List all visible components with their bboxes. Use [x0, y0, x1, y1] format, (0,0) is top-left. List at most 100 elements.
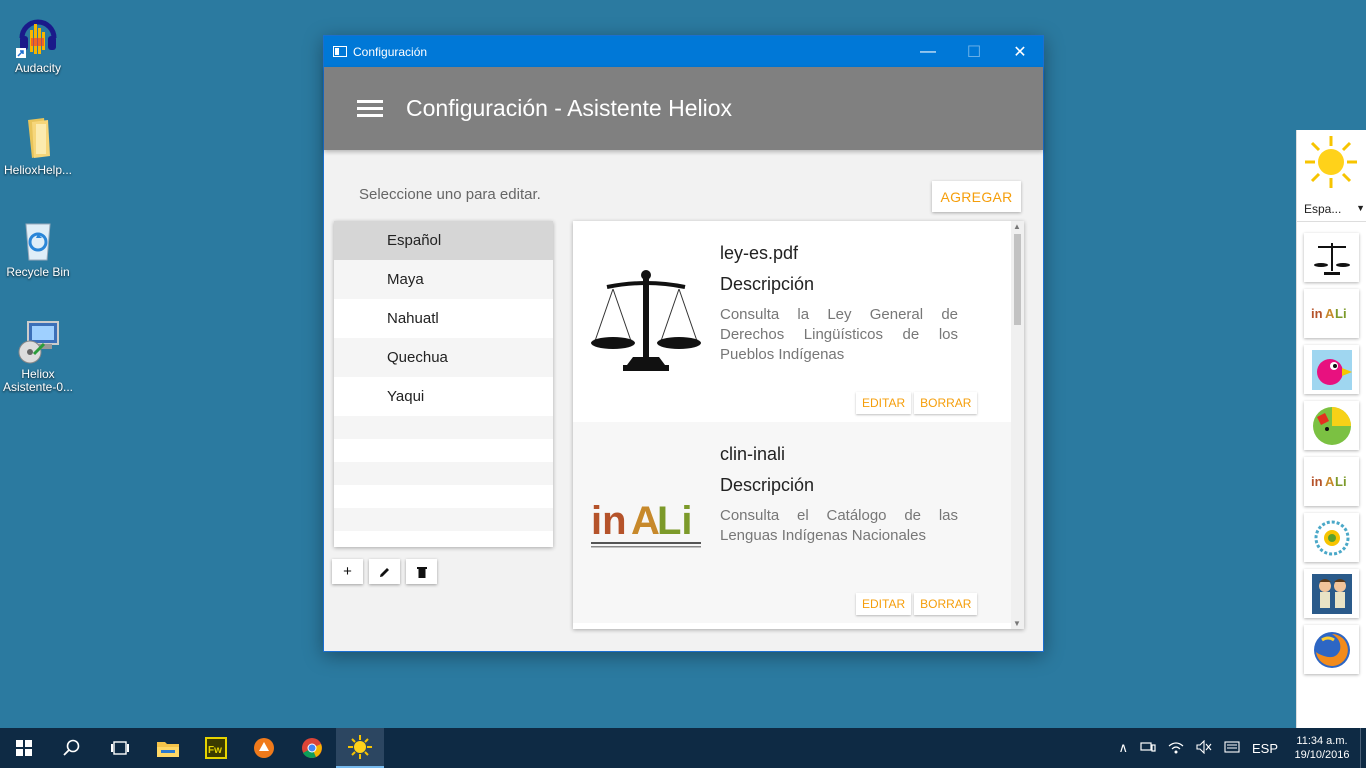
selection-hint: Seleccione uno para editar. — [359, 186, 541, 203]
avast-icon — [254, 738, 274, 758]
taskbar-avast[interactable] — [240, 728, 288, 768]
delete-language-button[interactable] — [406, 559, 437, 584]
vertical-scrollbar[interactable]: ▲ ▼ — [1011, 221, 1024, 629]
desktop-icon-label: Audacity — [14, 61, 62, 75]
resource-filename: ley-es.pdf — [720, 243, 799, 263]
add-language-button[interactable]: + — [332, 559, 363, 584]
search-button[interactable] — [48, 728, 96, 768]
resource-description: Consulta el Catálogo de las Lenguas Indí… — [720, 507, 958, 544]
dock-inali-button[interactable]: in A Li — [1304, 289, 1359, 338]
task-view-button[interactable] — [96, 728, 144, 768]
desktop-icon-helioxhelp[interactable]: HelioxHelp... — [0, 114, 76, 177]
language-select[interactable]: Espa... ▼ — [1297, 196, 1366, 222]
delete-resource-button[interactable]: BORRAR — [914, 392, 978, 414]
task-view-icon — [111, 741, 129, 755]
svg-text:in: in — [1311, 474, 1323, 489]
empty-row — [334, 462, 553, 485]
device-icon[interactable] — [1134, 740, 1162, 757]
justice-scales-icon — [1313, 242, 1350, 275]
desktop-icon-heliox-installer[interactable]: Heliox Asistente-0... — [0, 318, 76, 394]
chrome-icon — [302, 738, 322, 758]
language-item-maya[interactable]: Maya — [334, 260, 553, 299]
start-button[interactable] — [0, 728, 48, 768]
dock-kids-app-button[interactable] — [1304, 569, 1359, 618]
taskbar-heliox[interactable] — [336, 728, 384, 768]
dock-globe-app-button[interactable] — [1304, 401, 1359, 450]
clock-time: 11:34 a.m. — [1296, 735, 1348, 747]
list-toolbar: + — [332, 559, 437, 584]
language-item-quechua[interactable]: Quechua — [334, 338, 553, 377]
svg-text:Li: Li — [1335, 474, 1347, 489]
desktop-icon-label: Recycle Bin — [6, 265, 70, 279]
sun-icon[interactable] — [1303, 134, 1359, 190]
desktop-icon-label: Heliox Asistente-0... — [2, 367, 74, 394]
close-button[interactable]: ✕ — [997, 36, 1043, 67]
empty-row — [334, 416, 553, 439]
empty-row — [334, 439, 553, 462]
desktop-icon-recycle-bin[interactable]: Recycle Bin — [0, 216, 76, 279]
audacity-icon — [14, 12, 62, 60]
svg-text:Li: Li — [1335, 306, 1347, 321]
configuration-window: Configuración — ☐ ✕ Configuración - Asis… — [323, 35, 1044, 652]
resource-description: Consulta la Ley General de Derechos Ling… — [720, 306, 958, 363]
language-select-value: Espa... — [1304, 201, 1342, 216]
maximize-button[interactable]: ☐ — [951, 36, 997, 67]
language-list: Español Maya Nahuatl Quechua Yaqui — [334, 221, 553, 547]
resource-card: in A Li clin-inali Descripción Consulta … — [573, 422, 1011, 623]
edit-resource-button[interactable]: EDITAR — [856, 392, 912, 414]
clock[interactable]: 11:34 a.m. 19/10/2016 — [1284, 734, 1360, 762]
firefox-icon — [1313, 631, 1350, 668]
pencil-icon — [379, 567, 389, 577]
scroll-down-icon[interactable]: ▼ — [1013, 619, 1021, 628]
minimize-button[interactable]: — — [905, 36, 951, 67]
dock-emblem-button[interactable] — [1304, 513, 1359, 562]
language-item-nahuatl[interactable]: Nahuatl — [334, 299, 553, 338]
dock-inali-catalog-button[interactable]: in A Li — [1304, 457, 1359, 506]
svg-text:in: in — [1311, 306, 1323, 321]
language-item-yaqui[interactable]: Yaqui — [334, 377, 553, 416]
justice-scales-icon — [587, 261, 707, 381]
add-button[interactable]: AGREGAR — [932, 181, 1021, 212]
keyboard-icon[interactable] — [1218, 740, 1246, 757]
chevron-up-icon[interactable]: ∧ — [1112, 740, 1134, 756]
show-desktop-button[interactable] — [1360, 728, 1366, 768]
dock-bird-app-button[interactable] — [1304, 345, 1359, 394]
description-label: Descripción — [720, 274, 815, 294]
taskbar: Fw ∧ ESP 11:34 a.m. 19/10/2016 — [0, 728, 1366, 768]
svg-text:A: A — [631, 499, 660, 543]
menu-icon[interactable] — [357, 96, 383, 121]
volume-muted-icon[interactable] — [1190, 739, 1218, 757]
dock-firefox-button[interactable] — [1304, 625, 1359, 674]
dock-law-button[interactable] — [1304, 233, 1359, 282]
edit-resource-button[interactable]: EDITAR — [856, 593, 912, 615]
resource-filename: clin-inali — [720, 444, 786, 464]
inali-logo-icon: in A Li — [587, 462, 707, 582]
resource-card: ley-es.pdf Descripción Consulta la Ley G… — [573, 221, 1011, 422]
scroll-up-icon[interactable]: ▲ — [1013, 222, 1021, 231]
input-language[interactable]: ESP — [1246, 741, 1284, 756]
edit-language-button[interactable] — [369, 559, 400, 584]
folder-icon — [157, 742, 179, 757]
window-titlebar[interactable]: Configuración — ☐ ✕ — [324, 36, 1043, 67]
desktop-icon-audacity[interactable]: Audacity — [0, 12, 76, 75]
wifi-icon[interactable] — [1162, 740, 1190, 757]
empty-row — [334, 508, 553, 531]
taskbar-file-explorer[interactable] — [144, 728, 192, 768]
inali-logo-icon: in A Li — [1311, 474, 1347, 489]
page-title: Configuración - Asistente Heliox — [406, 95, 732, 121]
recycle-bin-icon — [14, 216, 62, 264]
scrollbar-thumb[interactable] — [1014, 234, 1021, 325]
delete-resource-button[interactable]: BORRAR — [914, 593, 978, 615]
language-item-espanol[interactable]: Español — [334, 221, 553, 260]
description-label: Descripción — [720, 475, 815, 495]
window-title: Configuración — [353, 44, 428, 59]
installer-icon — [14, 318, 62, 366]
taskbar-chrome[interactable] — [288, 728, 336, 768]
empty-row — [334, 485, 553, 508]
svg-text:A: A — [1325, 306, 1335, 321]
svg-text:Fw: Fw — [208, 745, 222, 756]
system-tray: ∧ ESP 11:34 a.m. 19/10/2016 — [1112, 728, 1366, 768]
taskbar-fireworks[interactable]: Fw — [192, 728, 240, 768]
globe-icon — [1312, 406, 1351, 445]
emblem-icon — [1314, 520, 1349, 555]
